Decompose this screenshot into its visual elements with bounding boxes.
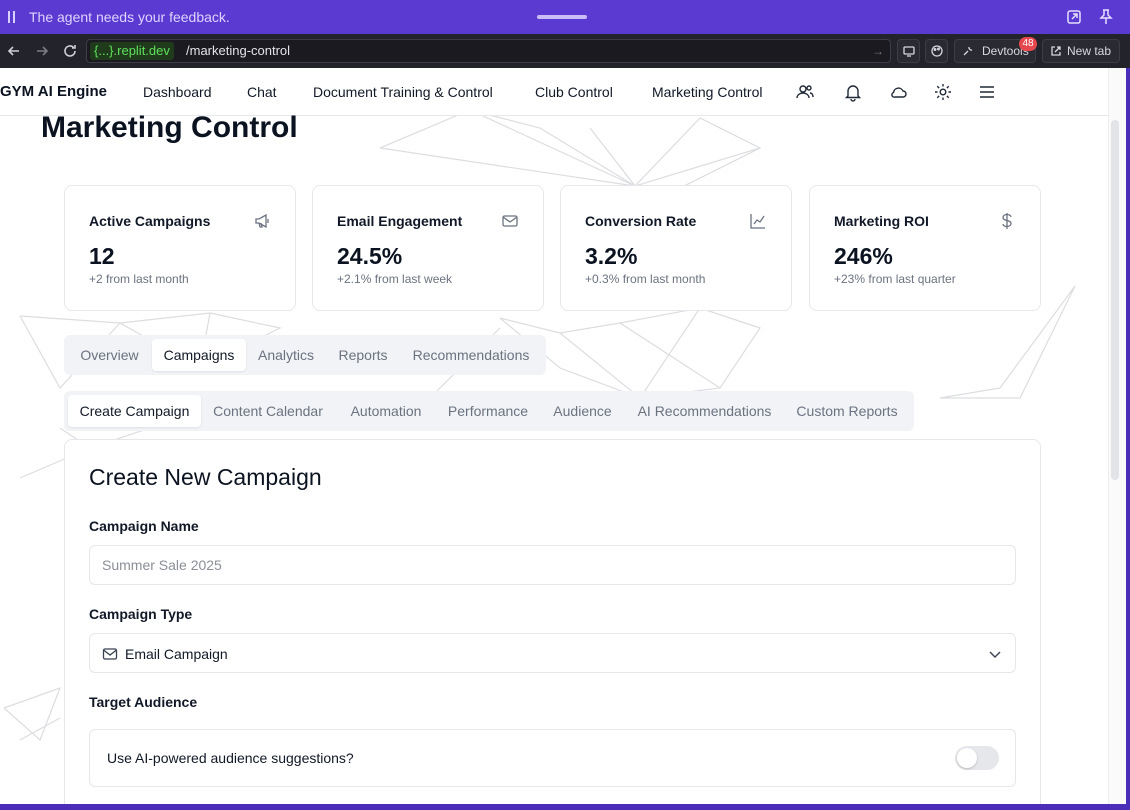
stat-card-marketing-roi: Marketing ROI 246% +23% from last quarte… bbox=[809, 185, 1041, 311]
stat-label: Active Campaigns bbox=[89, 213, 211, 229]
drag-handle[interactable] bbox=[537, 15, 587, 19]
stat-value: 246% bbox=[834, 243, 893, 269]
external-link-icon bbox=[1051, 46, 1061, 56]
stat-change: +2.1% from last week bbox=[337, 272, 453, 286]
wrench-icon bbox=[963, 46, 973, 56]
line-chart-icon bbox=[750, 214, 765, 229]
stat-value: 3.2% bbox=[585, 243, 638, 269]
dollar-icon bbox=[1002, 213, 1012, 229]
tab-ai-recommendations[interactable]: AI Recommendations bbox=[630, 395, 779, 427]
bell-icon[interactable] bbox=[843, 82, 863, 102]
stat-label: Email Engagement bbox=[337, 213, 463, 229]
nav-dashboard[interactable]: Dashboard bbox=[143, 84, 212, 100]
nav-chat[interactable]: Chat bbox=[247, 84, 277, 100]
tab-automation[interactable]: Automation bbox=[340, 395, 432, 427]
url-domain: {...}.replit.dev bbox=[90, 42, 174, 60]
nav-marketing-control[interactable]: Marketing Control bbox=[652, 84, 763, 100]
toggle-knob bbox=[957, 748, 977, 768]
url-path: /marketing-control bbox=[186, 43, 291, 58]
chevron-down-icon bbox=[989, 651, 1001, 658]
stat-card-email-engagement: Email Engagement 24.5% +2.1% from last w… bbox=[312, 185, 544, 311]
stat-value: 12 bbox=[89, 243, 115, 269]
stat-value: 24.5% bbox=[337, 243, 403, 269]
campaign-name-label: Campaign Name bbox=[89, 518, 199, 534]
new-tab-button[interactable]: New tab bbox=[1042, 39, 1120, 63]
browser-toolbar: {...}.replit.dev /marketing-control → De… bbox=[0, 34, 1130, 68]
campaign-type-label: Campaign Type bbox=[89, 606, 193, 622]
back-icon[interactable] bbox=[5, 42, 23, 60]
tab-create-campaign[interactable]: Create Campaign bbox=[68, 395, 201, 427]
brand-name[interactable]: GYM AI Engine bbox=[0, 83, 107, 100]
tab-campaigns[interactable]: Campaigns bbox=[152, 339, 246, 371]
monitor-icon bbox=[903, 46, 915, 57]
create-campaign-form: Create New Campaign Campaign Name Campai… bbox=[64, 439, 1041, 804]
users-icon[interactable] bbox=[795, 82, 815, 102]
tab-custom-reports[interactable]: Custom Reports bbox=[788, 395, 906, 427]
campaign-name-input[interactable] bbox=[89, 545, 1016, 585]
form-title: Create New Campaign bbox=[89, 464, 322, 490]
mail-icon bbox=[102, 648, 118, 660]
page-title: Marketing Control bbox=[41, 111, 298, 144]
stat-label: Conversion Rate bbox=[585, 213, 697, 229]
app-page: GYM AI Engine Dashboard Chat Document Tr… bbox=[0, 68, 1126, 804]
nav-club-control[interactable]: Club Control bbox=[535, 84, 613, 100]
tab-content-calendar[interactable]: Content Calendar bbox=[204, 395, 332, 427]
tab-analytics[interactable]: Analytics bbox=[248, 339, 324, 371]
agent-message: The agent needs your feedback. bbox=[29, 9, 230, 25]
megaphone-icon bbox=[255, 213, 269, 229]
device-preview-button[interactable] bbox=[897, 39, 920, 63]
tab-recommendations[interactable]: Recommendations bbox=[404, 339, 538, 371]
stat-change: +23% from last quarter bbox=[834, 272, 956, 286]
tab-overview[interactable]: Overview bbox=[68, 339, 151, 371]
tab-performance[interactable]: Performance bbox=[440, 395, 536, 427]
address-bar[interactable]: {...}.replit.dev /marketing-control → bbox=[86, 39, 891, 63]
forward-icon[interactable] bbox=[33, 42, 51, 60]
palette-icon bbox=[931, 45, 943, 57]
ai-audience-toggle[interactable] bbox=[955, 746, 999, 770]
menu-icon[interactable] bbox=[977, 82, 997, 102]
go-arrow-icon[interactable]: → bbox=[872, 44, 884, 58]
ai-audience-toggle-row: Use AI-powered audience suggestions? bbox=[89, 729, 1016, 787]
devtools-badge: 48 bbox=[1019, 37, 1037, 51]
stat-change: +0.3% from last month bbox=[585, 272, 706, 286]
stat-change: +2 from last month bbox=[89, 272, 189, 286]
campaign-type-select[interactable]: Email Campaign bbox=[89, 633, 1016, 673]
pause-icon[interactable] bbox=[8, 10, 18, 24]
theme-button[interactable] bbox=[925, 39, 948, 63]
main-tabs: Overview Campaigns Analytics Reports Rec… bbox=[64, 335, 546, 375]
stat-card-conversion-rate: Conversion Rate 3.2% +0.3% from last mon… bbox=[560, 185, 792, 311]
stat-card-active-campaigns: Active Campaigns 12 +2 from last month bbox=[64, 185, 296, 311]
pin-icon[interactable] bbox=[1097, 8, 1115, 26]
campaign-type-value: Email Campaign bbox=[125, 646, 228, 662]
settings-gear-icon[interactable] bbox=[933, 82, 953, 102]
tab-audience[interactable]: Audience bbox=[544, 395, 621, 427]
tab-reports[interactable]: Reports bbox=[328, 339, 398, 371]
scrollbar-thumb[interactable] bbox=[1111, 120, 1119, 480]
target-audience-label: Target Audience bbox=[89, 694, 198, 710]
open-external-icon[interactable] bbox=[1065, 8, 1083, 26]
new-tab-label: New tab bbox=[1067, 44, 1112, 58]
stat-label: Marketing ROI bbox=[834, 213, 929, 229]
agent-feedback-bar: The agent needs your feedback. bbox=[0, 0, 1130, 34]
reload-icon[interactable] bbox=[61, 42, 79, 60]
ai-audience-toggle-label: Use AI-powered audience suggestions? bbox=[107, 750, 354, 766]
nav-document-training[interactable]: Document Training & Control bbox=[313, 84, 493, 100]
cloud-icon[interactable] bbox=[889, 82, 909, 102]
top-navigation: GYM AI Engine Dashboard Chat Document Tr… bbox=[0, 68, 1108, 116]
campaign-sub-tabs: Create Campaign Content Calendar Automat… bbox=[64, 391, 914, 431]
mail-icon bbox=[502, 215, 518, 227]
